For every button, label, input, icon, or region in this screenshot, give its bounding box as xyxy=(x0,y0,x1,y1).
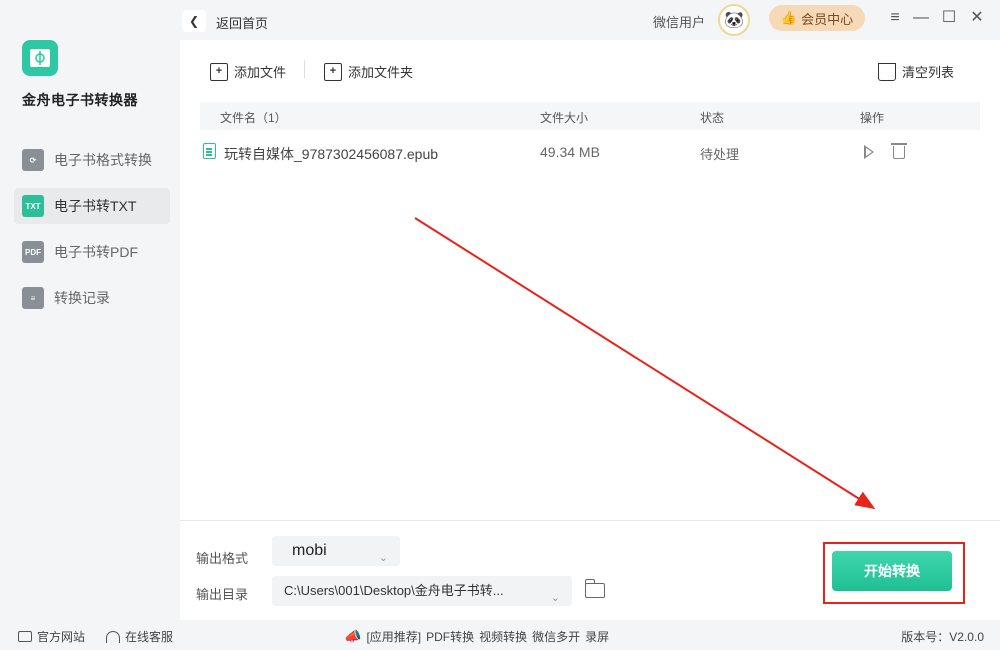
thumbs-up-icon: 👍 xyxy=(780,10,798,25)
sidebar-item-label: 电子书格式转换 xyxy=(54,152,152,168)
trash-icon xyxy=(878,62,896,81)
clear-list-button[interactable]: 清空列表 xyxy=(878,62,954,81)
megaphone-icon: 📣 xyxy=(344,628,362,644)
vip-center-label: 会员中心 xyxy=(801,11,854,27)
toolbar-divider xyxy=(304,60,305,78)
document-icon xyxy=(203,143,216,159)
output-dir-value: C:\Users\001\Desktop\金舟电子书转... xyxy=(284,583,504,598)
output-format-value: mobi xyxy=(292,542,327,559)
section-divider xyxy=(180,520,1000,521)
chevron-down-icon: ⌄ xyxy=(378,552,388,564)
status-bar: 官方网站 在线客服 📣 [应用推荐] PDF转换 视频转换 微信多开 录屏 版本… xyxy=(0,620,1000,650)
file-size: 49.34 MB xyxy=(540,144,600,160)
delete-icon[interactable] xyxy=(891,143,907,159)
output-dir-label: 输出目录 xyxy=(196,587,249,602)
sidebar-item-label: 电子书转PDF xyxy=(54,244,138,260)
main-panel: + 添加文件 + 添加文件夹 清空列表 文件名（1） 文件大小 状态 操作 玩转… xyxy=(180,40,1000,620)
sidebar-item-history[interactable]: ≡ 转换记录 xyxy=(14,280,170,316)
column-header-size: 文件大小 xyxy=(540,111,589,125)
column-header-status: 状态 xyxy=(700,111,725,125)
headset-icon xyxy=(106,630,120,643)
vip-center-button[interactable]: 👍 会员中心 xyxy=(769,5,865,31)
add-file-label: 添加文件 xyxy=(234,65,287,80)
back-label[interactable]: 返回首页 xyxy=(216,13,268,32)
back-button[interactable]: ❮ xyxy=(182,10,206,32)
link-screen-record[interactable]: 录屏 xyxy=(585,628,609,645)
output-format-select[interactable]: mobi ⌄ xyxy=(272,536,400,566)
folder-icon[interactable] xyxy=(584,579,605,598)
add-file-button[interactable]: + 添加文件 xyxy=(210,62,286,81)
panda-avatar-icon: 🐼 xyxy=(724,12,744,29)
avatar[interactable]: 🐼 xyxy=(718,4,750,36)
output-dir-select[interactable]: C:\Users\001\Desktop\金舟电子书转... ⌄ xyxy=(272,576,572,606)
sidebar-item-to-pdf[interactable]: PDF 电子书转PDF xyxy=(14,234,170,270)
add-folder-icon: + xyxy=(324,62,342,81)
file-status: 待处理 xyxy=(700,147,740,162)
pdf-icon: PDF xyxy=(22,241,44,263)
app-title: 金舟电子书转换器 xyxy=(22,92,138,108)
recommend-label: [应用推荐] xyxy=(366,630,422,644)
book-icon xyxy=(30,49,50,67)
link-pdf-convert[interactable]: PDF转换 xyxy=(426,628,474,645)
maximize-icon[interactable]: ☐ xyxy=(941,10,957,26)
table-row[interactable]: 玩转自媒体_9787302456087.epub 49.34 MB 待处理 xyxy=(200,135,980,169)
column-header-name: 文件名（1） xyxy=(220,111,287,125)
online-service-link[interactable]: 在线客服 xyxy=(106,628,173,645)
title-bar: ❮ 返回首页 微信用户 🐼 👍 会员中心 ≡ — ☐ ✕ xyxy=(180,0,1000,40)
sidebar-item-to-txt[interactable]: TXT 电子书转TXT xyxy=(14,188,170,224)
recommend-bar: 📣 [应用推荐] PDF转换 视频转换 微信多开 录屏 xyxy=(344,628,609,645)
online-service-label: 在线客服 xyxy=(125,630,174,644)
username[interactable]: 微信用户 xyxy=(653,12,705,31)
close-icon[interactable]: ✕ xyxy=(969,10,985,26)
convert-icon: ⟳ xyxy=(22,149,44,171)
sidebar-item-format-convert[interactable]: ⟳ 电子书格式转换 xyxy=(14,142,170,178)
file-name: 玩转自媒体_9787302456087.epub xyxy=(224,146,439,162)
history-icon: ≡ xyxy=(22,287,44,309)
chevron-down-icon: ⌄ xyxy=(550,592,560,604)
link-wechat-multi[interactable]: 微信多开 xyxy=(532,628,580,645)
add-file-icon: + xyxy=(210,62,228,81)
start-convert-button[interactable]: 开始转换 xyxy=(832,551,952,591)
version-label: 版本号：V2.0.0 xyxy=(901,630,984,644)
txt-icon: TXT xyxy=(22,195,44,217)
column-header-actions: 操作 xyxy=(860,111,885,125)
chevron-left-icon: ❮ xyxy=(188,14,200,28)
official-website-label: 官方网站 xyxy=(37,630,86,644)
clear-list-label: 清空列表 xyxy=(902,65,955,80)
monitor-icon xyxy=(18,631,32,642)
sidebar-item-label: 转换记录 xyxy=(54,290,110,306)
output-format-label: 输出格式 xyxy=(196,551,249,566)
table-header: 文件名（1） 文件大小 状态 操作 xyxy=(200,102,980,130)
add-folder-label: 添加文件夹 xyxy=(348,65,414,80)
sidebar: 金舟电子书转换器 ⟳ 电子书格式转换 TXT 电子书转TXT PDF 电子书转P… xyxy=(0,0,180,620)
official-website-link[interactable]: 官方网站 xyxy=(18,628,85,645)
play-icon[interactable] xyxy=(864,145,874,159)
add-folder-button[interactable]: + 添加文件夹 xyxy=(324,62,413,81)
menu-icon[interactable]: ≡ xyxy=(887,10,903,26)
link-video-convert[interactable]: 视频转换 xyxy=(479,628,527,645)
sidebar-item-label: 电子书转TXT xyxy=(54,198,137,214)
minimize-icon[interactable]: — xyxy=(913,10,929,26)
app-logo xyxy=(22,40,58,76)
